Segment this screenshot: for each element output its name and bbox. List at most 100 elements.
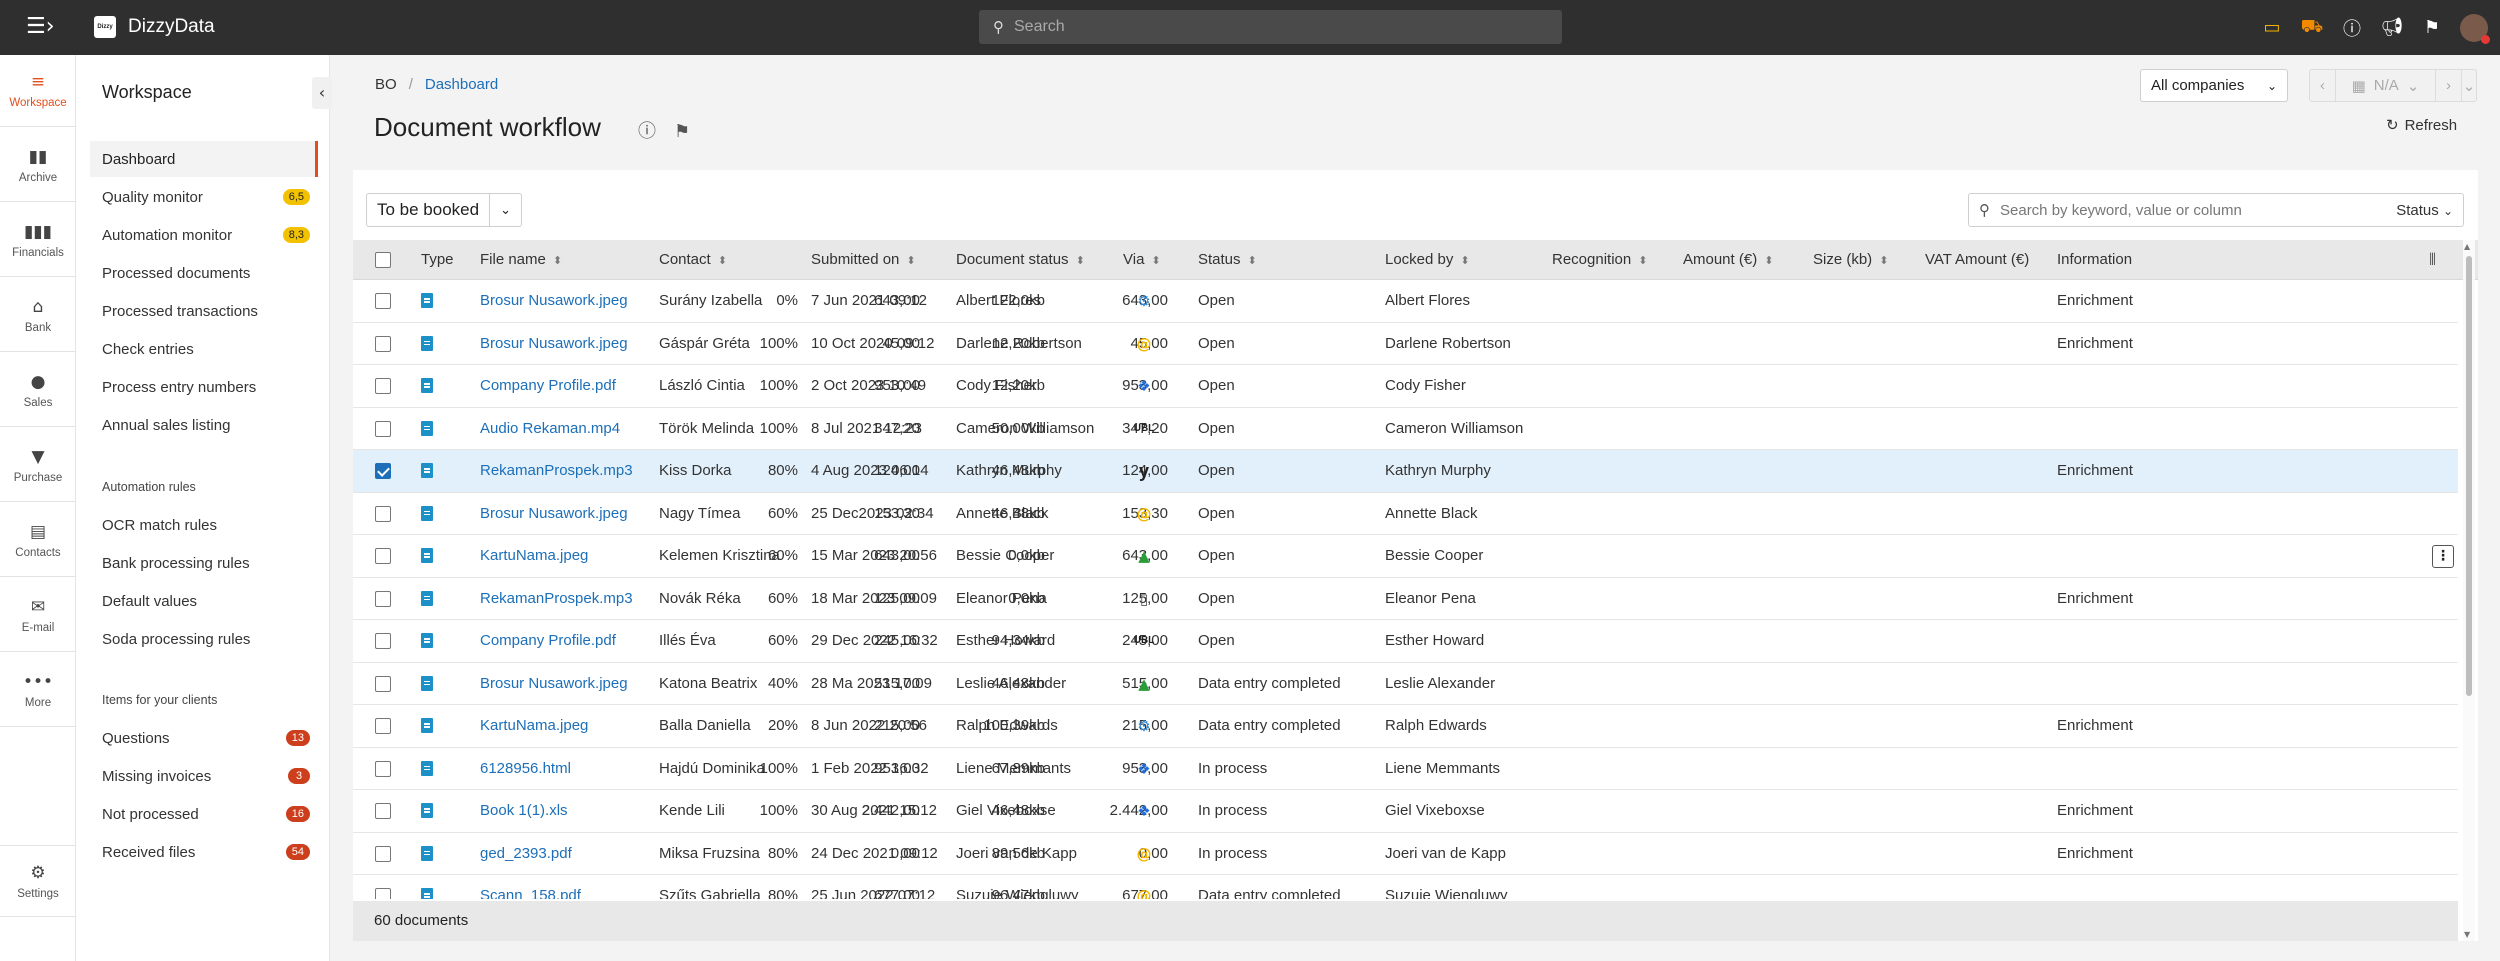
cart-icon[interactable]: ⛟ [2292, 16, 2332, 40]
sidebar-item-ocr-match-rules[interactable]: OCR match rules [90, 507, 318, 543]
row-checkbox[interactable] [375, 378, 391, 394]
rail-settings[interactable]: ⚙ Settings [0, 845, 76, 917]
table-row[interactable]: KartuNama.jpeg Kelemen Krisztina 15 Mar 20… [353, 535, 2458, 578]
col-recognition[interactable]: Recognition ⬍ [1552, 240, 1647, 280]
breadcrumb-root[interactable]: BO [375, 76, 397, 93]
table-row[interactable]: ged_2393.pdf Miksa Fruzsina 24 Dec 2021 09… [353, 833, 2458, 875]
table-row[interactable]: Brosur Nusawork.jpeg Surány Izabella 7 Jun… [353, 280, 2458, 323]
cell-file-name[interactable]: Book 1(1).xls [480, 790, 568, 832]
table-row[interactable]: Scann_158.pdf Szűts Gabriella 25 Jun 2022 … [353, 875, 2458, 899]
col-amount[interactable]: Amount (€) ⬍ [1683, 240, 1773, 280]
col-submitted-on[interactable]: Submitted on ⬍ [811, 240, 916, 280]
period-dropdown-icon[interactable]: ⌄ [2462, 70, 2476, 101]
refresh-button[interactable]: ↻ Refresh [2386, 116, 2457, 134]
sidebar-item-questions[interactable]: Questions 13 [90, 720, 318, 756]
sidebar-item-processed-transactions[interactable]: Processed transactions [90, 293, 318, 329]
row-checkbox[interactable] [375, 888, 391, 899]
global-search[interactable]: ⚲ [979, 10, 1562, 44]
select-all-checkbox[interactable] [375, 252, 391, 268]
sidebar-item-received-files[interactable]: Received files 54 [90, 834, 318, 870]
row-checkbox[interactable] [375, 335, 391, 352]
row-checkbox[interactable] [375, 293, 391, 309]
sidebar-item-soda-processing-rules[interactable]: Soda processing rules [90, 621, 318, 657]
table-row[interactable]: RekamanProspek.mp3 Novák Réka 18 Mar 2023 … [353, 578, 2458, 620]
user-avatar[interactable] [2460, 13, 2490, 44]
cell-file-name[interactable]: Brosur Nusawork.jpeg [480, 280, 628, 322]
sidebar-item-dashboard[interactable]: Dashboard [90, 141, 318, 177]
row-checkbox[interactable] [375, 633, 391, 649]
row-checkbox[interactable] [375, 803, 391, 819]
table-row[interactable]: Brosur Nusawork.jpeg Katona Beatrix 28 Ma … [353, 663, 2458, 705]
scrollbar-thumb[interactable] [2466, 256, 2472, 696]
cell-file-name[interactable]: 6128956.html [480, 748, 571, 790]
sidebar-item-not-processed[interactable]: Not processed 16 [90, 796, 318, 832]
global-search-input[interactable] [1014, 18, 1534, 36]
column-picker-icon[interactable]: ⦀ [2429, 240, 2436, 280]
sidebar-item-process-entry-numbers[interactable]: Process entry numbers [90, 369, 318, 405]
next-period-button[interactable]: › [2436, 70, 2462, 101]
scroll-up-icon[interactable]: ▲ [2464, 242, 2470, 251]
table-row[interactable]: Book 1(1).xls Kende Lili 30 Aug 2021 15:12… [353, 790, 2458, 833]
table-row[interactable]: Company Profile.pdf László Cintia 2 Oct 20… [353, 365, 2458, 408]
row-actions-menu-icon[interactable]: ⋮ [2432, 545, 2454, 568]
sidebar-item-quality-monitor[interactable]: Quality monitor 6,5 [90, 179, 318, 215]
row-checkbox[interactable] [375, 845, 391, 862]
cell-file-name[interactable]: KartuNama.jpeg [480, 705, 588, 747]
status-filter-dropdown[interactable]: Status ⌄ [2396, 202, 2453, 219]
table-row[interactable]: RekamanProspek.mp3 Kiss Dorka 4 Aug 2023 0… [353, 450, 2458, 493]
row-checkbox[interactable] [375, 590, 391, 607]
prev-period-button[interactable]: ‹ [2310, 70, 2336, 101]
col-size[interactable]: Size (kb) ⬍ [1813, 240, 1888, 280]
table-row[interactable]: 6128956.html Hajdú Dominika 1 Feb 2022 16:… [353, 748, 2458, 790]
bookmark-icon[interactable]: ⚑ [674, 121, 690, 142]
row-checkbox[interactable] [375, 675, 391, 692]
col-status[interactable]: Status ⬍ [1198, 240, 1257, 280]
collapse-sidebar-icon[interactable]: ‹ [312, 77, 332, 109]
rail-contacts[interactable]: ▤ Contacts [0, 505, 76, 577]
rail-workspace[interactable]: ≡ Workspace [0, 55, 76, 127]
cell-file-name[interactable]: ged_2393.pdf [480, 833, 572, 875]
rail-archive[interactable]: ▮▮ Archive [0, 130, 76, 202]
cell-file-name[interactable]: Scann_158.pdf [480, 875, 581, 899]
cell-file-name[interactable]: KartuNama.jpeg [480, 535, 588, 577]
bookmark-icon[interactable]: ⚑ [2412, 17, 2452, 38]
row-checkbox[interactable] [375, 548, 391, 564]
period-value[interactable]: ▦ N/A ⌄ [2336, 70, 2436, 101]
col-document-status[interactable]: Document status ⬍ [956, 240, 1085, 280]
rail-more[interactable]: ••• More [0, 655, 76, 727]
megaphone-icon[interactable]: 📢︎ [2372, 17, 2412, 38]
table-search[interactable]: ⚲ Search by keyword, value or column Sta… [1968, 193, 2464, 227]
cell-file-name[interactable]: Audio Rekaman.mp4 [480, 408, 620, 450]
row-checkbox[interactable] [375, 505, 391, 522]
rail-sales[interactable]: ● Sales [0, 355, 76, 427]
table-row[interactable]: Brosur Nusawork.jpeg Nagy Tímea 25 Dec2023… [353, 493, 2458, 535]
table-row[interactable]: KartuNama.jpeg Balla Daniella 8 Jun 2022 2… [353, 705, 2458, 748]
rail-email[interactable]: ✉ E-mail [0, 580, 76, 652]
sidebar-item-missing-invoices[interactable]: Missing invoices 3 [90, 758, 318, 794]
info-icon[interactable]: ⓘ [2332, 15, 2372, 41]
hamburger-menu-icon[interactable]: ☰› [26, 16, 55, 38]
row-checkbox[interactable] [375, 760, 391, 777]
row-checkbox[interactable] [375, 718, 391, 734]
sidebar-item-automation-monitor[interactable]: Automation monitor 8,3 [90, 217, 318, 253]
companies-select[interactable]: All companies ⌄ [2140, 69, 2288, 102]
col-information[interactable]: Information [2057, 240, 2132, 280]
sidebar-item-annual-sales-listing[interactable]: Annual sales listing [90, 407, 318, 443]
scroll-down-icon[interactable]: ▼ [2464, 930, 2470, 939]
cell-file-name[interactable]: Company Profile.pdf [480, 365, 616, 407]
row-checkbox[interactable] [375, 420, 391, 437]
rail-purchase[interactable]: ▼ Purchase [0, 430, 76, 502]
cell-file-name[interactable]: RekamanProspek.mp3 [480, 578, 633, 620]
table-row[interactable]: Company Profile.pdf Illés Éva 29 Dec 2022 … [353, 620, 2458, 663]
row-checkbox[interactable] [375, 463, 391, 479]
wallet-icon[interactable]: ▭ [2252, 17, 2292, 38]
info-icon[interactable]: ⓘ [638, 121, 656, 142]
col-locked-by[interactable]: Locked by ⬍ [1385, 240, 1470, 280]
col-vat-amount[interactable]: VAT Amount (€) [1925, 240, 2029, 280]
cell-file-name[interactable]: Brosur Nusawork.jpeg [480, 323, 628, 365]
col-file-name[interactable]: File name ⬍ [480, 240, 562, 280]
sidebar-item-check-entries[interactable]: Check entries [90, 331, 318, 367]
col-contact[interactable]: Contact ⬍ [659, 240, 727, 280]
workflow-filter-select[interactable]: To be booked ⌄ [366, 193, 522, 227]
sidebar-item-bank-processing-rules[interactable]: Bank processing rules [90, 545, 318, 581]
